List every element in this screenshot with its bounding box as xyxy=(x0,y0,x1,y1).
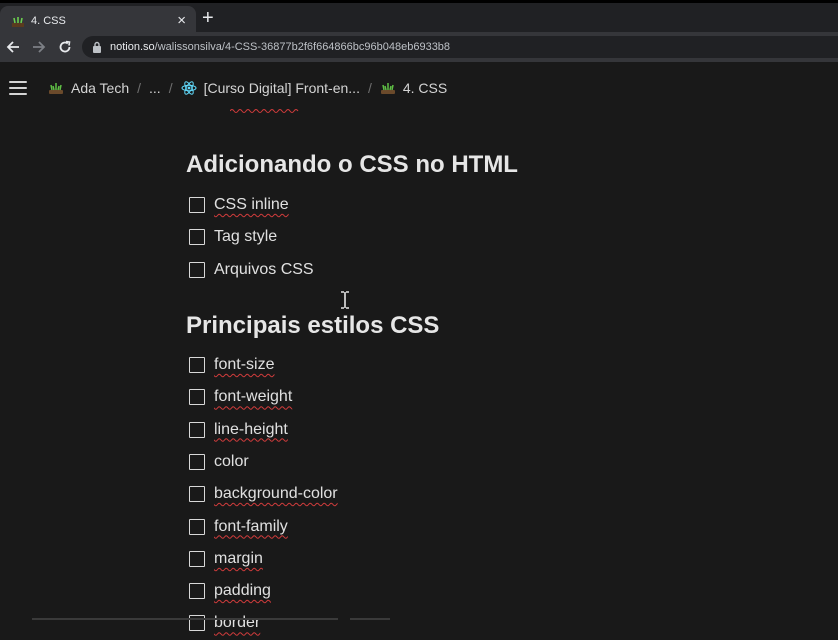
checkbox[interactable] xyxy=(189,389,205,406)
breadcrumb-label: Ada Tech xyxy=(71,80,130,96)
page-content: Adicionando o CSS no HTML CSS inline Tag… xyxy=(186,108,786,640)
bottom-divider xyxy=(32,618,338,620)
todo-item[interactable]: margin xyxy=(186,543,786,575)
text-cursor-icon xyxy=(341,291,349,309)
notion-topbar: Ada Tech / ... / [Curso Digital] Front-e… xyxy=(0,62,838,114)
forward-button[interactable] xyxy=(26,34,52,60)
browser-tabstrip: 4. CSS × + xyxy=(0,0,838,35)
reload-icon xyxy=(59,40,71,53)
todo-item[interactable]: color xyxy=(186,446,786,478)
todo-label: CSS inline xyxy=(214,196,289,214)
tab-title: 4. CSS xyxy=(31,14,66,27)
reload-button[interactable] xyxy=(52,34,78,60)
plant-icon xyxy=(49,83,63,94)
todo-item[interactable]: font-weight xyxy=(186,381,786,413)
tab-close-icon[interactable]: × xyxy=(177,13,186,28)
checkbox[interactable] xyxy=(189,518,205,535)
todo-item[interactable]: font-size xyxy=(186,349,786,381)
todo-item[interactable]: line-height xyxy=(186,413,786,445)
todo-label: font-size xyxy=(214,356,275,374)
todo-label: Tag style xyxy=(214,228,278,246)
url-path: /walissonsilva/4-CSS-36877b2f6f664866bc9… xyxy=(154,41,451,53)
todo-label: padding xyxy=(214,582,271,600)
checkbox[interactable] xyxy=(189,453,205,470)
breadcrumb-item-curso-digital[interactable]: [Curso Digital] Front-en... xyxy=(181,80,360,96)
checkbox[interactable] xyxy=(189,421,205,438)
plant-icon xyxy=(12,16,24,27)
section-heading[interactable]: Principais estilos CSS xyxy=(186,312,786,340)
menu-icon[interactable] xyxy=(9,81,27,95)
breadcrumb-separator: / xyxy=(137,80,142,96)
todo-item[interactable]: border xyxy=(186,607,786,639)
checkbox[interactable] xyxy=(189,229,205,246)
address-bar[interactable]: notion.so/walissonsilva/4-CSS-36877b2f6f… xyxy=(82,36,838,58)
todo-item[interactable]: CSS inline xyxy=(186,189,786,221)
todo-item[interactable]: Arquivos CSS xyxy=(186,254,786,286)
todo-label: background-color xyxy=(214,485,338,503)
breadcrumb-label: [Curso Digital] Front-en... xyxy=(203,80,360,96)
react-icon xyxy=(181,81,197,95)
todo-item[interactable]: padding xyxy=(186,575,786,607)
todo-label: Arquivos CSS xyxy=(214,260,314,278)
checkbox[interactable] xyxy=(189,550,205,567)
todo-label: font-weight xyxy=(214,388,293,406)
browser-tab-active[interactable]: 4. CSS × xyxy=(0,6,196,35)
back-button[interactable] xyxy=(0,34,26,60)
arrow-left-icon xyxy=(6,41,19,53)
todo-label: line-height xyxy=(214,420,288,438)
url-host: notion.so xyxy=(110,41,155,53)
new-tab-button[interactable]: + xyxy=(202,6,214,30)
todo-item[interactable]: font-family xyxy=(186,510,786,542)
breadcrumb-item-ellipsis[interactable]: ... xyxy=(149,80,161,96)
checkbox[interactable] xyxy=(189,357,205,374)
todo-label: font-family xyxy=(214,517,288,535)
arrow-right-icon xyxy=(33,41,46,53)
todo-item[interactable]: background-color xyxy=(186,478,786,510)
todo-item[interactable]: Tag style xyxy=(186,221,786,253)
url-text: notion.so/walissonsilva/4-CSS-36877b2f6f… xyxy=(110,41,450,53)
browser-toolbar: notion.so/walissonsilva/4-CSS-36877b2f6f… xyxy=(0,32,838,62)
checkbox[interactable] xyxy=(189,583,205,600)
todo-label: margin xyxy=(214,549,263,567)
lock-icon xyxy=(93,41,101,53)
todo-label: color xyxy=(214,452,249,470)
breadcrumb-label: ... xyxy=(149,80,161,96)
breadcrumb-separator: / xyxy=(168,80,173,96)
checkbox[interactable] xyxy=(189,261,205,278)
breadcrumb-item-ada-tech[interactable]: Ada Tech xyxy=(48,80,129,96)
checkbox[interactable] xyxy=(189,486,205,503)
breadcrumb-separator: / xyxy=(367,80,372,96)
section-heading[interactable]: Adicionando o CSS no HTML xyxy=(186,151,786,179)
bottom-divider xyxy=(350,618,390,620)
breadcrumb-item-current-page[interactable]: 4. CSS xyxy=(380,80,447,96)
breadcrumb-label: 4. CSS xyxy=(402,80,448,96)
plant-icon xyxy=(380,83,395,94)
checkbox[interactable] xyxy=(189,197,205,214)
